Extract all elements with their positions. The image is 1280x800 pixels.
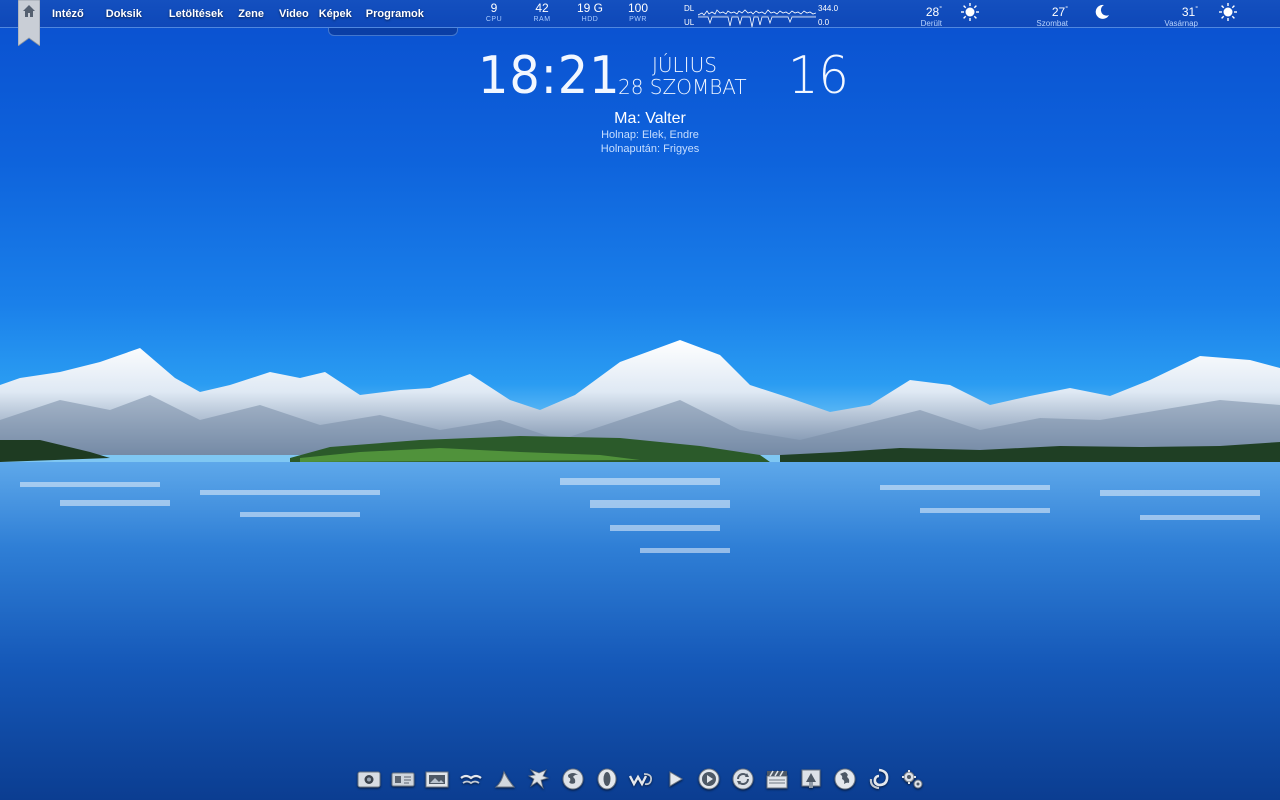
weather-sunday-unit: ° (1195, 6, 1198, 13)
download-value: 344.0 (818, 4, 839, 13)
weather-today: 28° Derült (896, 3, 942, 29)
current-temperature: 16 (788, 46, 849, 106)
nameday-day-after: Holnapután: Frigyes (600, 143, 700, 155)
weather-saturday-unit: ° (1065, 6, 1068, 13)
weather-saturday-temp: 27 (1051, 5, 1066, 19)
cpu-label: CPU (485, 16, 503, 23)
top-bar: Intéző Doksik Letöltések Zene Video Képe… (0, 0, 1280, 28)
settings-icon[interactable] (896, 764, 930, 794)
clock-day: 28 SZOMBAT (618, 75, 747, 99)
nameday-widget: Ma: Valter Holnap: Elek, Endre Holnaputá… (540, 110, 760, 156)
hdd-value: 19 G (576, 1, 603, 15)
nav-item-doksik[interactable]: Doksik (106, 8, 142, 20)
weather-today-temp: 28 (925, 5, 940, 19)
play-icon[interactable] (658, 764, 692, 794)
network-graph (698, 9, 816, 28)
home-button[interactable] (17, 0, 41, 47)
upload-label: UL (684, 18, 695, 27)
nameday-today: Ma: Valter (614, 110, 686, 127)
clock-time: 18:21 (478, 46, 621, 106)
moon-icon (1092, 2, 1112, 22)
cpu-value: 9 (490, 1, 498, 15)
upload-value: 0.0 (818, 18, 830, 27)
nav-item-intezo[interactable]: Intéző (52, 8, 84, 20)
weather-saturday: 27° Szombat (1020, 3, 1068, 29)
pwr-value: 100 (627, 1, 649, 15)
weather-sunday: 31° Vasárnap (1148, 3, 1198, 29)
dragon-icon[interactable] (522, 764, 556, 794)
nav-item-video[interactable]: Video (279, 8, 309, 20)
paint-icon[interactable] (794, 764, 828, 794)
pwr-label: PWR (629, 16, 647, 23)
weather-today-unit: ° (939, 6, 942, 13)
vortex-icon[interactable] (862, 764, 896, 794)
ticket-icon[interactable] (386, 764, 420, 794)
sun-icon (960, 2, 980, 22)
opera-icon[interactable] (590, 764, 624, 794)
nav-item-letoltesek[interactable]: Letöltések (169, 8, 223, 20)
home-icon (17, 0, 41, 47)
weather-sunday-temp: 31 (1181, 5, 1196, 19)
sun-icon (1218, 2, 1238, 22)
firefox-icon[interactable] (556, 764, 590, 794)
globe-icon[interactable] (828, 764, 862, 794)
clapperboard-icon[interactable] (760, 764, 794, 794)
ram-label: RAM (533, 16, 551, 23)
clock-month: JÚLIUS (652, 53, 717, 77)
camera-icon[interactable] (352, 764, 386, 794)
hdd-stat: 19 G HDD (566, 2, 614, 24)
winamp-icon[interactable] (624, 764, 658, 794)
clock-widget: 18:21 JÚLIUS 28 SZOMBAT 16 (470, 46, 850, 106)
birds-icon[interactable] (454, 764, 488, 794)
photo-frame-icon[interactable] (420, 764, 454, 794)
pwr-stat: 100 PWR (614, 2, 662, 24)
weather-sunday-desc: Vasárnap (1164, 19, 1198, 28)
hdd-label: HDD (581, 16, 599, 23)
shark-fin-icon[interactable] (488, 764, 522, 794)
nameday-tomorrow: Holnap: Elek, Endre (601, 129, 699, 141)
dock (352, 764, 930, 794)
network-meter: DL UL 344.0 0.0 (684, 2, 844, 28)
top-nav: Intéző Doksik Letöltések Zene Video Képe… (52, 8, 424, 20)
update-icon[interactable] (726, 764, 760, 794)
system-stats: 9 CPU 42 RAM 19 G HDD 100 PWR (470, 2, 662, 24)
cpu-stat: 9 CPU (470, 2, 518, 24)
dropdown-tab[interactable] (328, 28, 458, 36)
nav-item-zene[interactable]: Zene (238, 8, 264, 20)
ram-stat: 42 RAM (518, 2, 566, 24)
ram-value: 42 (535, 1, 549, 15)
weather-today-desc: Derült (920, 19, 942, 28)
download-label: DL (684, 4, 695, 13)
weather-saturday-desc: Szombat (1036, 19, 1068, 28)
media-player-icon[interactable] (692, 764, 726, 794)
nav-item-kepek[interactable]: Képek (319, 8, 352, 20)
nav-item-programok[interactable]: Programok (366, 8, 424, 20)
